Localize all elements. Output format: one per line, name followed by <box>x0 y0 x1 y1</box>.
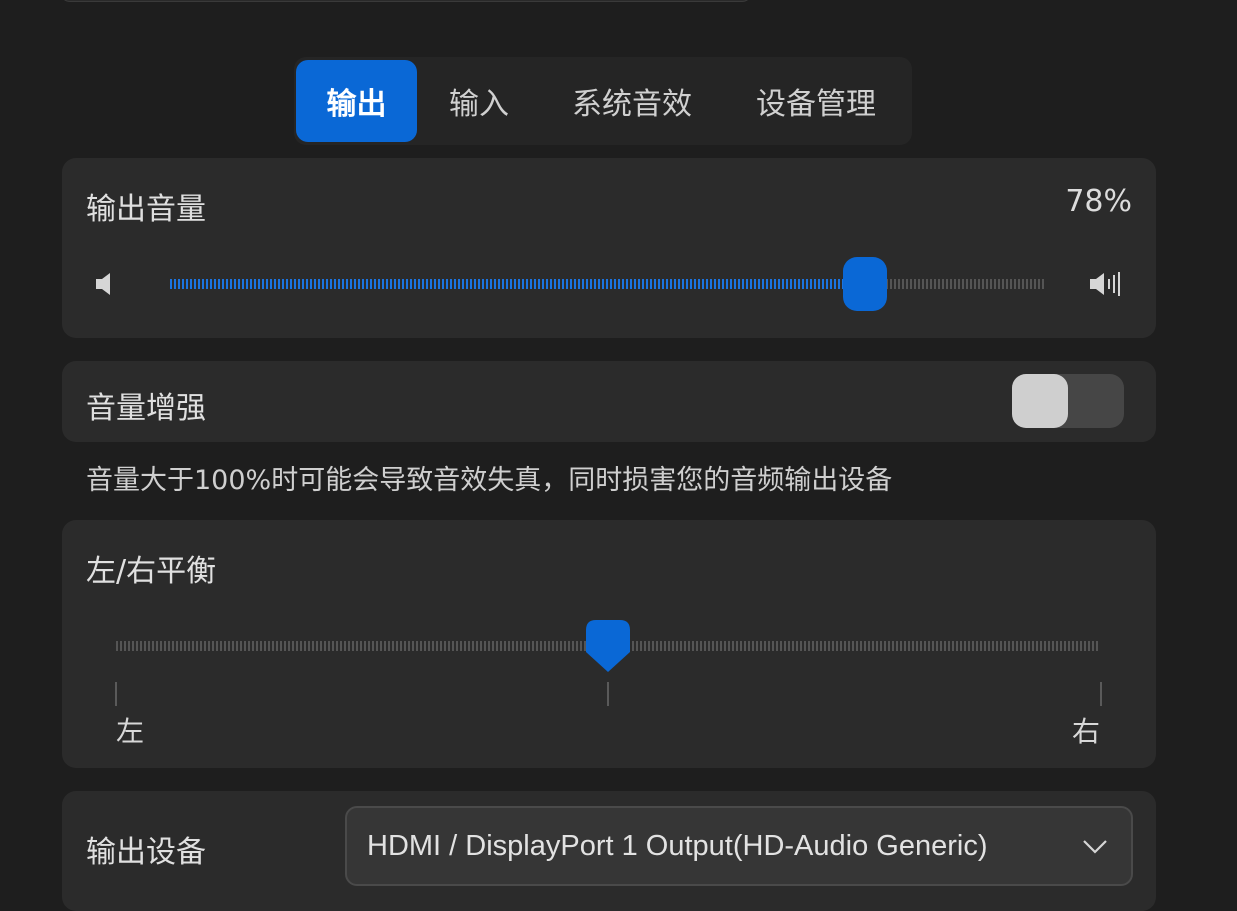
output-volume-title: 输出音量 <box>86 192 206 227</box>
balance-left-label: 左 <box>116 715 145 748</box>
tab-bar: 输出 输入 系统音效 设备管理 <box>294 57 912 145</box>
output-volume-card: 输出音量 78% <box>62 158 1156 338</box>
balance-tick-left <box>115 682 117 706</box>
balance-card: 左/右平衡 左 右 <box>62 520 1156 768</box>
output-device-title: 输出设备 <box>86 835 206 870</box>
output-volume-slider-thumb[interactable] <box>843 257 887 311</box>
volume-boost-card: 音量增强 <box>62 361 1156 442</box>
balance-tick-center <box>607 682 609 706</box>
volume-boost-toggle[interactable] <box>1012 374 1124 428</box>
tab-system-sounds[interactable]: 系统音效 <box>541 60 723 142</box>
balance-right-label: 右 <box>1072 715 1101 748</box>
output-device-card: 输出设备 HDMI / DisplayPort 1 Output(HD-Audi… <box>62 791 1156 911</box>
volume-boost-title: 音量增强 <box>86 391 206 426</box>
top-search-field[interactable] <box>60 0 752 2</box>
balance-title: 左/右平衡 <box>86 554 217 589</box>
output-volume-percent: 78% <box>1065 184 1132 219</box>
tab-device-management[interactable]: 设备管理 <box>723 60 909 142</box>
balance-tick-right <box>1100 682 1102 706</box>
tab-input[interactable]: 输入 <box>417 60 541 142</box>
tab-output[interactable]: 输出 <box>296 60 417 142</box>
volume-boost-warning: 音量大于100%时可能会导致音效失真，同时损害您的音频输出设备 <box>86 465 893 496</box>
speaker-high-icon[interactable] <box>1088 270 1124 298</box>
balance-slider-thumb[interactable] <box>584 618 632 674</box>
output-device-select[interactable]: HDMI / DisplayPort 1 Output(HD-Audio Gen… <box>345 806 1133 886</box>
volume-boost-toggle-knob <box>1012 374 1068 428</box>
chevron-down-icon <box>1083 840 1107 854</box>
speaker-low-icon[interactable] <box>94 270 118 298</box>
output-volume-slider[interactable] <box>170 279 1046 289</box>
output-device-value: HDMI / DisplayPort 1 Output(HD-Audio Gen… <box>367 829 988 862</box>
